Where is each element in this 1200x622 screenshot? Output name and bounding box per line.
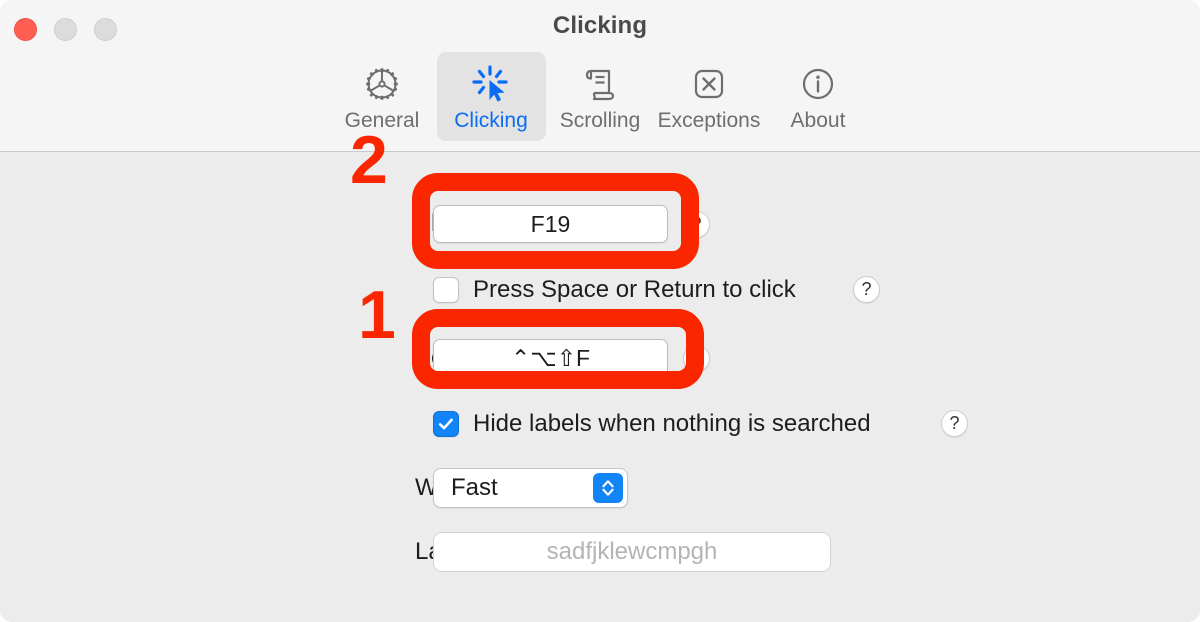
x-square-icon	[688, 62, 730, 106]
shortcut-help-button[interactable]: ?	[683, 211, 710, 238]
preferences-window: Clicking General Clicking Scrolling Exce…	[0, 0, 1200, 622]
web-results-popup[interactable]: Fast	[433, 468, 628, 508]
hide-labels-help-button[interactable]: ?	[941, 410, 968, 437]
label-characters-row: Label characters:	[0, 532, 599, 572]
shortcut-field[interactable]: F19	[433, 205, 668, 243]
hide-labels-row: Hide labels when nothing is searched	[433, 410, 871, 438]
tab-scrolling-label: Scrolling	[559, 109, 641, 132]
info-circle-icon	[797, 62, 839, 106]
hide-labels-label: Hide labels when nothing is searched	[473, 410, 871, 437]
search-shortcut-help-button[interactable]: ?	[683, 345, 710, 372]
shortcut-row: Shortcut:	[0, 204, 511, 244]
press-space-checkbox[interactable]	[433, 277, 459, 303]
scroll-icon	[579, 62, 621, 106]
tab-exceptions-label: Exceptions	[657, 109, 761, 132]
tab-exceptions[interactable]: Exceptions	[655, 52, 764, 141]
web-results-value: Fast	[451, 474, 498, 501]
checkmark-icon	[438, 418, 453, 430]
label-characters-input[interactable]: sadfjklewcmpgh	[433, 532, 831, 572]
tab-clicking[interactable]: Clicking	[436, 52, 546, 141]
hide-labels-checkbox[interactable]	[433, 411, 459, 437]
web-results-row: Web Results:	[0, 468, 557, 508]
gear-icon	[361, 62, 403, 106]
tab-scrolling[interactable]: Scrolling	[546, 52, 655, 141]
click-cursor-icon	[470, 62, 512, 106]
chevron-updown-icon	[593, 473, 623, 503]
search-shortcut-row: Search Shortcut:	[0, 338, 594, 378]
title-bar: Clicking General Clicking Scrolling Exce…	[0, 0, 1200, 152]
window-title: Clicking	[552, 12, 648, 39]
press-space-label: Press Space or Return to click	[473, 276, 796, 303]
toolbar-tabs: General Clicking Scrolling Exceptions Ab…	[0, 52, 1200, 141]
tab-general[interactable]: General	[328, 52, 437, 141]
press-space-help-button[interactable]: ?	[853, 276, 880, 303]
tab-about[interactable]: About	[764, 52, 873, 141]
search-shortcut-field[interactable]: ⌃⌥⇧F	[433, 339, 668, 377]
tab-general-label: General	[344, 109, 420, 132]
label-characters-placeholder: sadfjklewcmpgh	[546, 538, 718, 565]
tab-clicking-label: Clicking	[454, 109, 528, 132]
preferences-content: Shortcut: F19 ? Press Space or Return to…	[0, 152, 1200, 622]
tab-about-label: About	[790, 109, 846, 132]
press-space-row: Press Space or Return to click	[433, 276, 796, 304]
